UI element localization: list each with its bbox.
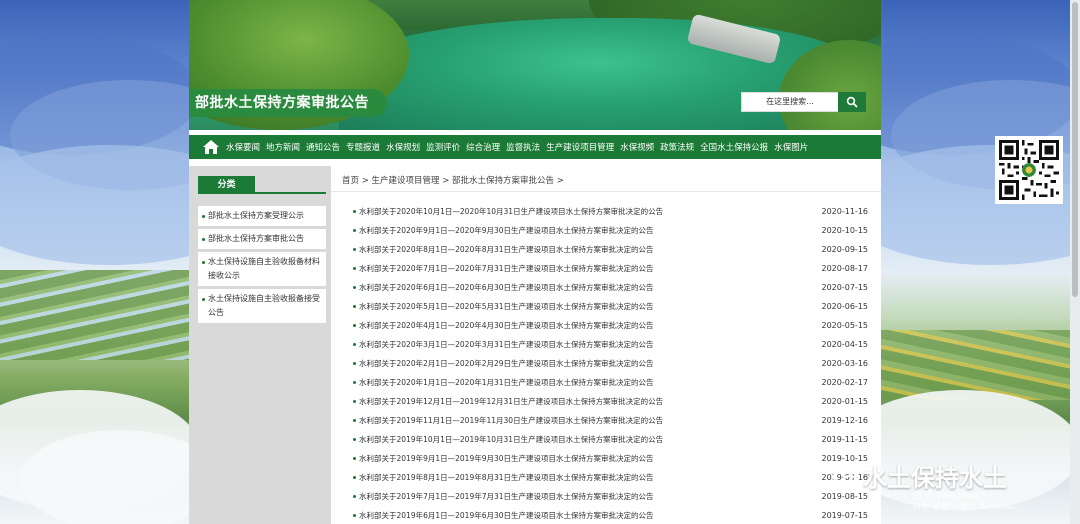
list-item: 水利部关于2020年10月1日—2020年10月31日生产建设项目水土保持方案审… xyxy=(353,204,868,223)
search-button[interactable] xyxy=(838,92,866,112)
list-item: 水利部关于2019年12月1日—2019年12月31日生产建设项目水土保持方案审… xyxy=(353,394,868,413)
search-icon xyxy=(846,96,858,108)
announcement-link[interactable]: 水利部关于2020年9月1日—2020年9月30日生产建设项目水土保持方案审批决… xyxy=(359,225,654,237)
announcement-link[interactable]: 水利部关于2019年10月1日—2019年10月31日生产建设项目水土保持方案审… xyxy=(359,434,663,446)
main-nav: 水保要闻 地方新闻 通知公告 专题报道 水保规划 监测评价 综合治理 监督执法 … xyxy=(189,135,881,159)
nav-item-enforcement[interactable]: 监督执法 xyxy=(506,141,540,153)
wechat-icon xyxy=(833,468,859,489)
nav-item-project-management[interactable]: 生产建设项目管理 xyxy=(546,141,614,153)
nav-item-governance[interactable]: 综合治理 xyxy=(466,141,500,153)
content-area: 分类 部批水土保持方案受理公示 部批水土保持方案审批公告 水土保持设施自主验收报… xyxy=(189,166,881,524)
announcement-date: 2020-08-17 xyxy=(821,264,869,273)
list-item: 水利部关于2020年1月1日—2020年1月31日生产建设项目水土保持方案审批决… xyxy=(353,375,868,394)
list-item: 水利部关于2020年8月1日—2020年8月31日生产建设项目水土保持方案审批决… xyxy=(353,242,868,261)
header-banner: 部批水土保持方案审批公告 在这里搜索... xyxy=(189,0,881,130)
page-container: 部批水土保持方案审批公告 在这里搜索... 水保要闻 地方新闻 通知公告 专题报… xyxy=(189,0,881,524)
category-sidebar: 分类 部批水土保持方案受理公示 部批水土保持方案审批公告 水土保持设施自主验收报… xyxy=(189,166,331,524)
home-icon[interactable] xyxy=(202,139,220,155)
breadcrumb[interactable]: 首页 > 生产建设项目管理 > 部批水土保持方案审批公告 > xyxy=(342,174,564,186)
sidebar-item-approval-notice[interactable]: 部批水土保持方案审批公告 xyxy=(198,229,326,249)
announcement-link[interactable]: 水利部关于2019年12月1日—2019年12月31日生产建设项目水土保持方案审… xyxy=(359,396,663,408)
announcement-date: 2020-02-17 xyxy=(821,378,869,387)
announcement-date: 2020-05-15 xyxy=(821,321,869,330)
nav-item-regulations[interactable]: 政策法规 xyxy=(660,141,694,153)
category-header: 分类 xyxy=(198,176,326,194)
list-item: 水利部关于2019年11月1日—2019年11月30日生产建设项目水土保持方案审… xyxy=(353,413,868,432)
announcement-date: 2020-07-15 xyxy=(821,283,869,292)
announcement-link[interactable]: 水利部关于2019年8月1日—2019年8月31日生产建设项目水土保持方案审批决… xyxy=(359,472,654,484)
list-item: 水利部关于2020年6月1日—2020年6月30日生产建设项目水土保持方案审批决… xyxy=(353,280,868,299)
announcement-link[interactable]: 水利部关于2019年6月1日—2019年6月30日生产建设项目水土保持方案审批决… xyxy=(359,510,654,522)
nav-item-bulletin[interactable]: 全国水土保持公报 xyxy=(700,141,768,153)
nav-item-news[interactable]: 水保要闻 xyxy=(226,141,260,153)
page-title: 部批水土保持方案审批公告 xyxy=(189,89,387,117)
announcement-link[interactable]: 水利部关于2020年10月1日—2020年10月31日生产建设项目水土保持方案审… xyxy=(359,206,663,218)
activate-windows-subtitle: 转到"设置"以激活 Windows。 xyxy=(913,502,1023,511)
announcement-list: 水利部关于2020年10月1日—2020年10月31日生产建设项目水土保持方案审… xyxy=(353,204,868,524)
divider xyxy=(331,191,881,192)
list-item: 水利部关于2020年3月1日—2020年3月31日生产建设项目水土保持方案审批决… xyxy=(353,337,868,356)
announcement-link[interactable]: 水利部关于2020年1月1日—2020年1月31日生产建设项目水土保持方案审批决… xyxy=(359,377,654,389)
announcement-date: 2019-11-15 xyxy=(821,435,869,444)
announcement-link[interactable]: 水利部关于2020年4月1日—2020年4月30日生产建设项目水土保持方案审批决… xyxy=(359,320,654,332)
main-content: 首页 > 生产建设项目管理 > 部批水土保持方案审批公告 > 水利部关于2020… xyxy=(331,166,881,524)
announcement-link[interactable]: 水利部关于2020年7月1日—2020年7月31日生产建设项目水土保持方案审批决… xyxy=(359,263,654,275)
nav-item-local-news[interactable]: 地方新闻 xyxy=(266,141,300,153)
sidebar-item-inspection-receipt[interactable]: 水土保持设施自主验收报备材料接收公示 xyxy=(198,252,326,286)
list-item: 水利部关于2019年7月1日—2019年7月31日生产建设项目水土保持方案审批决… xyxy=(353,489,868,508)
category-title: 分类 xyxy=(198,176,255,194)
list-item: 水利部关于2020年5月1日—2020年5月31日生产建设项目水土保持方案审批决… xyxy=(353,299,868,318)
nav-item-features[interactable]: 专题报道 xyxy=(346,141,380,153)
list-item: 水利部关于2020年2月1日—2020年2月29日生产建设项目水土保持方案审批决… xyxy=(353,356,868,375)
announcement-date: 2020-06-15 xyxy=(821,302,869,311)
announcement-date: 2019-12-16 xyxy=(821,416,869,425)
announcement-date: 2020-09-15 xyxy=(821,245,869,254)
search-input[interactable]: 在这里搜索... xyxy=(741,92,839,112)
list-item: 水利部关于2020年4月1日—2020年4月30日生产建设项目水土保持方案审批决… xyxy=(353,318,868,337)
announcement-date: 2020-01-15 xyxy=(821,397,869,406)
announcement-date: 2019-07-15 xyxy=(821,511,869,520)
announcement-link[interactable]: 水利部关于2020年5月1日—2020年5月31日生产建设项目水土保持方案审批决… xyxy=(359,301,654,313)
search-bar: 在这里搜索... xyxy=(741,92,866,112)
announcement-link[interactable]: 水利部关于2019年11月1日—2019年11月30日生产建设项目水土保持方案审… xyxy=(359,415,663,427)
sidebar-item-inspection-filing[interactable]: 水土保持设施自主验收报备接受公告 xyxy=(198,289,326,323)
list-item: 水利部关于2020年9月1日—2020年9月30日生产建设项目水土保持方案审批决… xyxy=(353,223,868,242)
scrollbar-thumb[interactable] xyxy=(1072,2,1078,297)
announcement-date: 2020-11-16 xyxy=(821,207,869,216)
qr-code xyxy=(995,136,1063,204)
nav-item-notices[interactable]: 通知公告 xyxy=(306,141,340,153)
announcement-link[interactable]: 水利部关于2020年8月1日—2020年8月31日生产建设项目水土保持方案审批决… xyxy=(359,244,654,256)
list-item: 水利部关于2019年10月1日—2019年10月31日生产建设项目水土保持方案审… xyxy=(353,432,868,451)
page-scrollbar[interactable] xyxy=(1070,0,1080,524)
announcement-link[interactable]: 水利部关于2020年3月1日—2020年3月31日生产建设项目水土保持方案审批决… xyxy=(359,339,654,351)
announcement-date: 2020-10-15 xyxy=(821,226,869,235)
announcement-link[interactable]: 水利部关于2019年7月1日—2019年7月31日生产建设项目水土保持方案审批决… xyxy=(359,491,654,503)
sidebar-item-acceptance-notice[interactable]: 部批水土保持方案受理公示 xyxy=(198,206,326,226)
list-item: 水利部关于2020年7月1日—2020年7月31日生产建设项目水土保持方案审批决… xyxy=(353,261,868,280)
announcement-date: 2020-04-15 xyxy=(821,340,869,349)
nav-item-videos[interactable]: 水保视频 xyxy=(620,141,654,153)
nav-item-planning[interactable]: 水保规划 xyxy=(386,141,420,153)
list-item: 水利部关于2019年9月1日—2019年9月30日生产建设项目水土保持方案审批决… xyxy=(353,451,868,470)
announcement-date: 2020-03-16 xyxy=(821,359,869,368)
nav-item-pictures[interactable]: 水保图片 xyxy=(774,141,808,153)
announcement-link[interactable]: 水利部关于2019年9月1日—2019年9月30日生产建设项目水土保持方案审批决… xyxy=(359,453,654,465)
category-list: 部批水土保持方案受理公示 部批水土保持方案审批公告 水土保持设施自主验收报备材料… xyxy=(198,206,326,326)
list-item: 水利部关于2019年8月1日—2019年8月31日生产建设项目水土保持方案审批决… xyxy=(353,470,868,489)
nav-item-monitoring[interactable]: 监测评价 xyxy=(426,141,460,153)
left-background xyxy=(0,0,190,524)
announcement-link[interactable]: 水利部关于2020年6月1日—2020年6月30日生产建设项目水土保持方案审批决… xyxy=(359,282,654,294)
announcement-link[interactable]: 水利部关于2020年2月1日—2020年2月29日生产建设项目水土保持方案审批决… xyxy=(359,358,654,370)
list-item: 水利部关于2019年6月1日—2019年6月30日生产建设项目水土保持方案审批决… xyxy=(353,508,868,524)
activate-windows-title: 激活 Windows xyxy=(913,491,981,502)
right-background xyxy=(881,0,1080,524)
